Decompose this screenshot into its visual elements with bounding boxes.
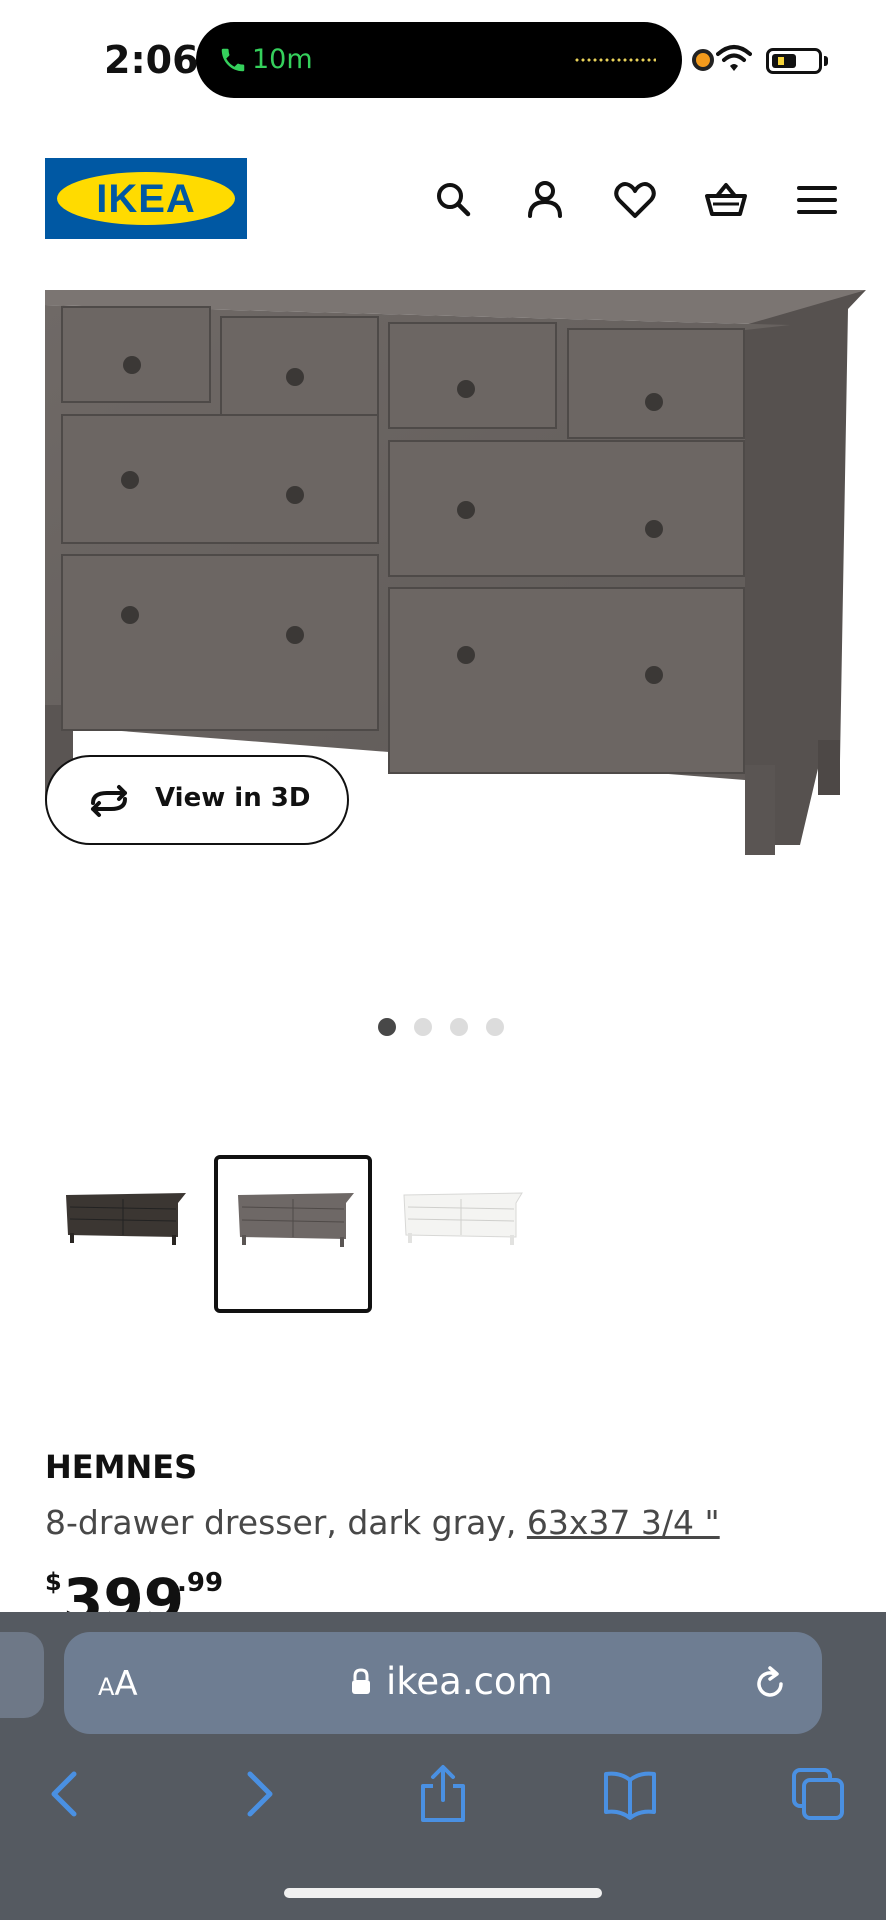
text-size-large: A [114,1664,138,1704]
home-indicator [284,1888,602,1898]
recording-indicator [692,49,714,71]
tabs-icon[interactable] [788,1764,848,1824]
pagination-dot-3[interactable] [450,1018,468,1036]
price-currency: $ [45,1568,62,1596]
price-whole: 399 [63,1566,185,1612]
battery-nub [824,56,828,66]
view-in-3d-button[interactable]: View in 3D [45,755,349,845]
color-option-white[interactable] [382,1155,540,1313]
wifi-icon [716,45,752,71]
pagination-dot-4[interactable] [486,1018,504,1036]
ikea-logo[interactable]: IKEA [45,158,247,239]
audio-waveform [574,58,656,62]
product-description-text: 8-drawer dresser, dark gray, [45,1503,527,1542]
battery-icon [766,48,822,74]
account-icon[interactable] [521,176,569,224]
menu-icon[interactable] [793,176,841,224]
search-icon[interactable] [430,176,478,224]
rotate-3d-icon [91,785,127,817]
phone-icon [221,48,245,72]
text-size-small: A [98,1673,115,1701]
status-time: 2:06 [104,38,199,82]
pagination-dot-1[interactable] [378,1018,396,1036]
logo-text: IKEA [96,177,196,221]
color-option-black-brown[interactable] [46,1155,204,1313]
color-option-dark-gray[interactable] [214,1155,372,1313]
dynamic-island-call[interactable]: 10m [196,22,682,98]
pagination-dot-2[interactable] [414,1018,432,1036]
address-bar[interactable]: AA ikea.com [64,1632,822,1734]
forward-icon[interactable] [228,1764,288,1824]
back-icon[interactable] [36,1764,96,1824]
view-in-3d-label: View in 3D [155,783,311,813]
text-size-button[interactable]: AA [98,1664,138,1704]
heart-icon[interactable] [611,176,659,224]
product-description: 8-drawer dresser, dark gray, 63x37 3/4 " [45,1503,720,1542]
safari-toolbar: AA ikea.com [0,1612,886,1920]
previous-tab-edge[interactable] [0,1632,44,1718]
share-icon[interactable] [413,1764,473,1824]
status-bar: 2:06 10m [0,0,886,120]
product-price: $ 399 .99 [45,1566,305,1612]
lock-icon [352,1668,370,1694]
product-size-link[interactable]: 63x37 3/4 " [527,1503,720,1542]
price-cents: .99 [177,1568,224,1598]
call-duration: 10m [252,44,313,75]
basket-icon[interactable] [702,176,750,224]
reload-icon[interactable] [750,1664,790,1704]
product-name: HEMNES [45,1448,198,1486]
site-header: IKEA [0,150,886,250]
url-text: ikea.com [386,1660,553,1703]
bookmarks-icon[interactable] [600,1764,660,1824]
